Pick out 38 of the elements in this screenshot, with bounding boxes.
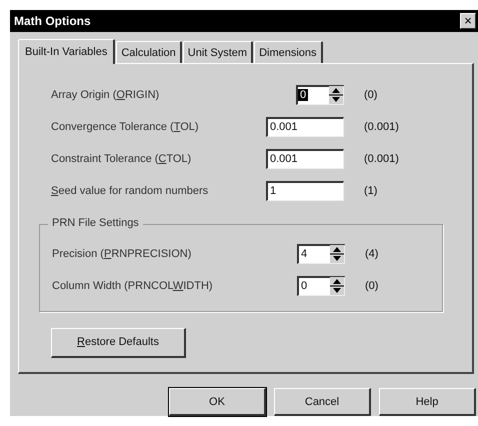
- restore-defaults-button[interactable]: Restore Defaults: [51, 328, 186, 358]
- spin-field[interactable]: 0: [297, 276, 345, 296]
- tab[interactable]: Dimensions: [254, 40, 323, 63]
- tab[interactable]: Unit System: [182, 40, 254, 63]
- field-label: Seed value for random numbers: [51, 184, 210, 197]
- input-field[interactable]: 1: [266, 180, 344, 201]
- field-value: 1: [269, 185, 278, 198]
- spin-field[interactable]: 0: [296, 84, 344, 105]
- tab[interactable]: Calculation: [116, 40, 182, 63]
- group-title: PRN File Settings: [48, 216, 143, 229]
- field-label: Column Width (PRNCOLWIDTH): [52, 280, 214, 292]
- tab[interactable]: Built-In Variables: [18, 38, 116, 64]
- default-value: (0.001): [364, 120, 399, 133]
- field-value: 0: [298, 89, 308, 102]
- field-label: Convergence Tolerance (TOL): [51, 120, 200, 133]
- field-label: Array Origin (ORIGIN): [51, 88, 160, 101]
- field-value: 0: [300, 280, 308, 292]
- window-title: Math Options: [14, 14, 91, 28]
- spin-arrows-icon[interactable]: [330, 245, 344, 264]
- field-label: Precision (PRNPRECISION): [52, 248, 192, 260]
- default-value: (1): [364, 184, 378, 197]
- default-value: (0): [364, 88, 378, 101]
- default-value: (4): [365, 248, 378, 260]
- input-field[interactable]: 0.001: [266, 148, 344, 169]
- default-value: (0): [365, 280, 378, 292]
- spin-field[interactable]: 4: [297, 244, 345, 264]
- field-value: 4: [300, 248, 308, 260]
- spin-arrows-icon[interactable]: [330, 277, 344, 296]
- field-value: 0.001: [269, 153, 299, 166]
- dialog-button[interactable]: OK: [169, 388, 266, 416]
- spin-arrows-icon[interactable]: [329, 86, 343, 104]
- dialog-button[interactable]: Cancel: [274, 388, 371, 416]
- dialog-button[interactable]: Help: [379, 388, 476, 416]
- field-value: 0.001: [269, 121, 299, 134]
- close-button[interactable]: ×: [460, 12, 476, 29]
- default-value: (0.001): [364, 152, 399, 165]
- input-field[interactable]: 0.001: [266, 116, 344, 137]
- field-label: Constraint Tolerance (CTOL): [51, 152, 192, 165]
